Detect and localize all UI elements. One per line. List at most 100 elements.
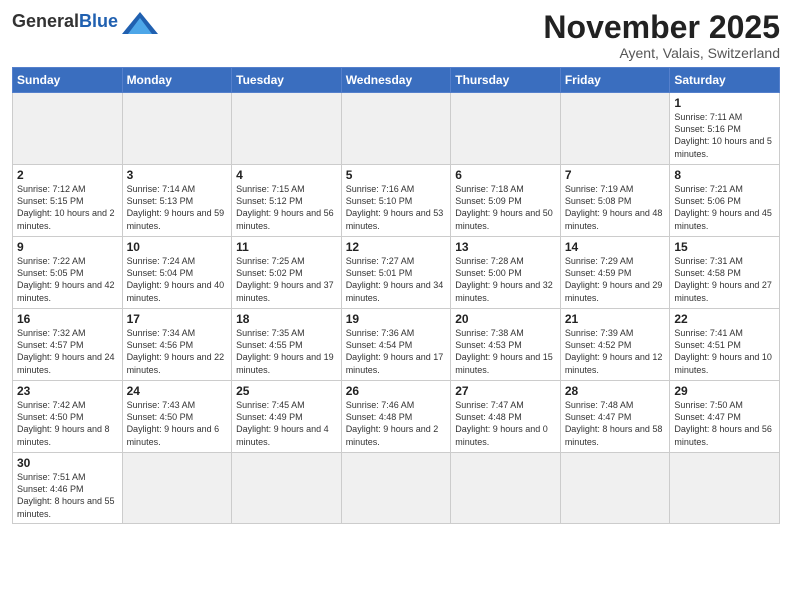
calendar-week-row: 1Sunrise: 7:11 AM Sunset: 5:16 PM Daylig… — [13, 93, 780, 165]
calendar-week-row: 16Sunrise: 7:32 AM Sunset: 4:57 PM Dayli… — [13, 309, 780, 381]
calendar-cell: 2Sunrise: 7:12 AM Sunset: 5:15 PM Daylig… — [13, 165, 123, 237]
calendar-cell — [341, 93, 451, 165]
calendar-week-row: 23Sunrise: 7:42 AM Sunset: 4:50 PM Dayli… — [13, 381, 780, 453]
day-number: 22 — [674, 312, 775, 326]
day-info: Sunrise: 7:27 AM Sunset: 5:01 PM Dayligh… — [346, 255, 447, 304]
day-number: 10 — [127, 240, 228, 254]
calendar-week-row: 2Sunrise: 7:12 AM Sunset: 5:15 PM Daylig… — [13, 165, 780, 237]
calendar-cell: 11Sunrise: 7:25 AM Sunset: 5:02 PM Dayli… — [232, 237, 342, 309]
day-number: 21 — [565, 312, 666, 326]
day-info: Sunrise: 7:45 AM Sunset: 4:49 PM Dayligh… — [236, 399, 337, 448]
calendar-cell: 24Sunrise: 7:43 AM Sunset: 4:50 PM Dayli… — [122, 381, 232, 453]
calendar-cell: 17Sunrise: 7:34 AM Sunset: 4:56 PM Dayli… — [122, 309, 232, 381]
day-number: 2 — [17, 168, 118, 182]
day-info: Sunrise: 7:14 AM Sunset: 5:13 PM Dayligh… — [127, 183, 228, 232]
calendar-cell: 25Sunrise: 7:45 AM Sunset: 4:49 PM Dayli… — [232, 381, 342, 453]
day-info: Sunrise: 7:24 AM Sunset: 5:04 PM Dayligh… — [127, 255, 228, 304]
weekday-header: Saturday — [670, 68, 780, 93]
calendar-cell: 9Sunrise: 7:22 AM Sunset: 5:05 PM Daylig… — [13, 237, 123, 309]
day-info: Sunrise: 7:34 AM Sunset: 4:56 PM Dayligh… — [127, 327, 228, 376]
title-block: November 2025 Ayent, Valais, Switzerland — [543, 10, 780, 61]
day-number: 14 — [565, 240, 666, 254]
day-number: 23 — [17, 384, 118, 398]
calendar-cell: 7Sunrise: 7:19 AM Sunset: 5:08 PM Daylig… — [560, 165, 670, 237]
weekday-header: Monday — [122, 68, 232, 93]
calendar-cell: 8Sunrise: 7:21 AM Sunset: 5:06 PM Daylig… — [670, 165, 780, 237]
day-info: Sunrise: 7:21 AM Sunset: 5:06 PM Dayligh… — [674, 183, 775, 232]
day-info: Sunrise: 7:31 AM Sunset: 4:58 PM Dayligh… — [674, 255, 775, 304]
calendar-cell: 23Sunrise: 7:42 AM Sunset: 4:50 PM Dayli… — [13, 381, 123, 453]
day-info: Sunrise: 7:16 AM Sunset: 5:10 PM Dayligh… — [346, 183, 447, 232]
day-number: 18 — [236, 312, 337, 326]
weekday-header-row: SundayMondayTuesdayWednesdayThursdayFrid… — [13, 68, 780, 93]
day-number: 19 — [346, 312, 447, 326]
day-number: 11 — [236, 240, 337, 254]
calendar-cell: 19Sunrise: 7:36 AM Sunset: 4:54 PM Dayli… — [341, 309, 451, 381]
day-info: Sunrise: 7:39 AM Sunset: 4:52 PM Dayligh… — [565, 327, 666, 376]
day-info: Sunrise: 7:22 AM Sunset: 5:05 PM Dayligh… — [17, 255, 118, 304]
calendar-cell: 20Sunrise: 7:38 AM Sunset: 4:53 PM Dayli… — [451, 309, 561, 381]
day-info: Sunrise: 7:42 AM Sunset: 4:50 PM Dayligh… — [17, 399, 118, 448]
calendar-cell — [13, 93, 123, 165]
calendar-cell: 6Sunrise: 7:18 AM Sunset: 5:09 PM Daylig… — [451, 165, 561, 237]
calendar-cell — [341, 453, 451, 524]
day-number: 15 — [674, 240, 775, 254]
page: GeneralBlue November 2025 Ayent, Valais,… — [0, 0, 792, 534]
day-number: 1 — [674, 96, 775, 110]
day-number: 3 — [127, 168, 228, 182]
day-number: 24 — [127, 384, 228, 398]
day-number: 6 — [455, 168, 556, 182]
day-info: Sunrise: 7:43 AM Sunset: 4:50 PM Dayligh… — [127, 399, 228, 448]
calendar-table: SundayMondayTuesdayWednesdayThursdayFrid… — [12, 67, 780, 524]
day-info: Sunrise: 7:25 AM Sunset: 5:02 PM Dayligh… — [236, 255, 337, 304]
calendar-week-row: 30Sunrise: 7:51 AM Sunset: 4:46 PM Dayli… — [13, 453, 780, 524]
day-number: 26 — [346, 384, 447, 398]
logo-text: GeneralBlue — [12, 12, 118, 32]
day-number: 13 — [455, 240, 556, 254]
calendar-cell: 28Sunrise: 7:48 AM Sunset: 4:47 PM Dayli… — [560, 381, 670, 453]
day-number: 7 — [565, 168, 666, 182]
calendar-cell — [122, 93, 232, 165]
weekday-header: Tuesday — [232, 68, 342, 93]
header: GeneralBlue November 2025 Ayent, Valais,… — [12, 10, 780, 61]
day-number: 9 — [17, 240, 118, 254]
day-info: Sunrise: 7:29 AM Sunset: 4:59 PM Dayligh… — [565, 255, 666, 304]
calendar-cell — [451, 93, 561, 165]
calendar-cell: 15Sunrise: 7:31 AM Sunset: 4:58 PM Dayli… — [670, 237, 780, 309]
day-info: Sunrise: 7:35 AM Sunset: 4:55 PM Dayligh… — [236, 327, 337, 376]
calendar-cell: 30Sunrise: 7:51 AM Sunset: 4:46 PM Dayli… — [13, 453, 123, 524]
location-subtitle: Ayent, Valais, Switzerland — [543, 45, 780, 61]
logo-icon — [122, 12, 158, 34]
day-number: 12 — [346, 240, 447, 254]
logo: GeneralBlue — [12, 10, 158, 34]
calendar-cell — [232, 453, 342, 524]
day-info: Sunrise: 7:38 AM Sunset: 4:53 PM Dayligh… — [455, 327, 556, 376]
day-number: 28 — [565, 384, 666, 398]
calendar-cell: 21Sunrise: 7:39 AM Sunset: 4:52 PM Dayli… — [560, 309, 670, 381]
calendar-cell — [560, 453, 670, 524]
day-info: Sunrise: 7:46 AM Sunset: 4:48 PM Dayligh… — [346, 399, 447, 448]
calendar-cell — [232, 93, 342, 165]
day-info: Sunrise: 7:15 AM Sunset: 5:12 PM Dayligh… — [236, 183, 337, 232]
calendar-cell: 4Sunrise: 7:15 AM Sunset: 5:12 PM Daylig… — [232, 165, 342, 237]
calendar-cell: 26Sunrise: 7:46 AM Sunset: 4:48 PM Dayli… — [341, 381, 451, 453]
calendar-cell: 10Sunrise: 7:24 AM Sunset: 5:04 PM Dayli… — [122, 237, 232, 309]
day-info: Sunrise: 7:51 AM Sunset: 4:46 PM Dayligh… — [17, 471, 118, 520]
day-info: Sunrise: 7:48 AM Sunset: 4:47 PM Dayligh… — [565, 399, 666, 448]
calendar-cell — [670, 453, 780, 524]
day-info: Sunrise: 7:11 AM Sunset: 5:16 PM Dayligh… — [674, 111, 775, 160]
calendar-cell: 27Sunrise: 7:47 AM Sunset: 4:48 PM Dayli… — [451, 381, 561, 453]
day-number: 20 — [455, 312, 556, 326]
day-info: Sunrise: 7:28 AM Sunset: 5:00 PM Dayligh… — [455, 255, 556, 304]
day-info: Sunrise: 7:18 AM Sunset: 5:09 PM Dayligh… — [455, 183, 556, 232]
weekday-header: Wednesday — [341, 68, 451, 93]
day-number: 30 — [17, 456, 118, 470]
day-number: 4 — [236, 168, 337, 182]
calendar-cell — [451, 453, 561, 524]
day-number: 5 — [346, 168, 447, 182]
weekday-header: Friday — [560, 68, 670, 93]
calendar-cell — [122, 453, 232, 524]
day-number: 8 — [674, 168, 775, 182]
calendar-cell: 3Sunrise: 7:14 AM Sunset: 5:13 PM Daylig… — [122, 165, 232, 237]
calendar-cell: 14Sunrise: 7:29 AM Sunset: 4:59 PM Dayli… — [560, 237, 670, 309]
